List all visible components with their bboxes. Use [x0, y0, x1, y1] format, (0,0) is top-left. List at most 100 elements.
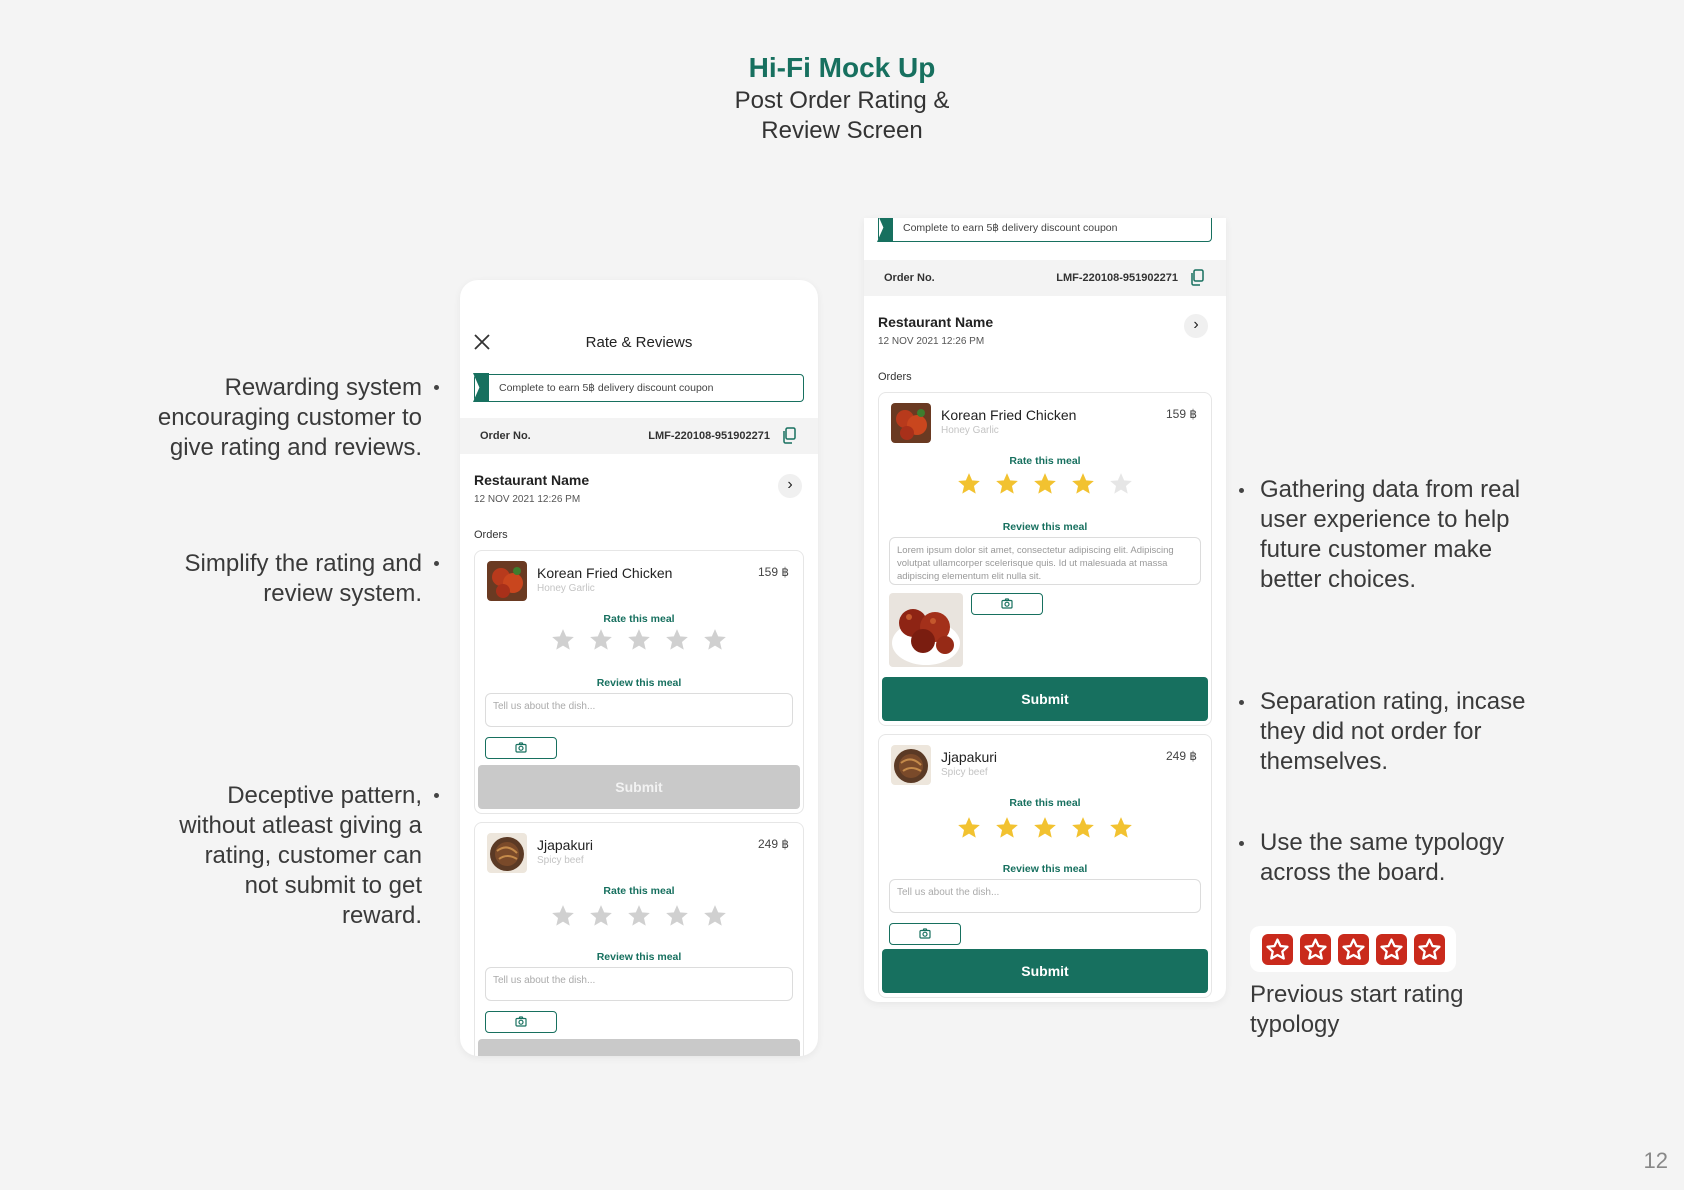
rate-reviews-screen-filled: Complete to earn 5฿ delivery discount co…: [864, 218, 1226, 1002]
order-number: LMF-220108-951902271: [1056, 272, 1178, 284]
rate-label: Rate this meal: [603, 613, 675, 625]
star-filled-icon[interactable]: [1032, 471, 1058, 497]
star-empty-icon[interactable]: [664, 903, 690, 929]
star-empty-icon[interactable]: [1108, 471, 1134, 497]
note-gathering: Gathering data from real user experience …: [1260, 476, 1521, 593]
previous-star-icon: [1299, 933, 1331, 965]
dish-price: 249 ฿: [1166, 749, 1197, 763]
star-filled-icon[interactable]: [1032, 815, 1058, 841]
star-rating[interactable]: [879, 471, 1211, 497]
order-number-bar: Order No. LMF-220108-951902271: [460, 418, 818, 454]
add-photo-button[interactable]: [485, 1011, 557, 1033]
star-empty-icon[interactable]: [588, 903, 614, 929]
bullet-dot: [434, 561, 439, 566]
bullet-dot: [434, 385, 439, 390]
star-filled-icon[interactable]: [956, 471, 982, 497]
star-rating[interactable]: [475, 627, 803, 653]
star-filled-icon[interactable]: [994, 471, 1020, 497]
chevron-right-icon[interactable]: ›: [1184, 314, 1208, 338]
star-empty-icon[interactable]: [550, 627, 576, 653]
review-label: Review this meal: [1002, 863, 1088, 875]
submit-button[interactable]: Submit: [882, 677, 1208, 721]
previous-rating-caption: Previous start rating typology: [1250, 981, 1464, 1038]
submit-button-disabled[interactable]: [478, 1039, 800, 1056]
dish-variant: Spicy beef: [537, 855, 584, 866]
slide-subtitle: Post Order Rating & Review Screen: [734, 87, 950, 144]
submit-button[interactable]: Submit: [882, 949, 1208, 993]
review-input[interactable]: Lorem ipsum dolor sit amet, consectetur …: [889, 537, 1201, 585]
chicken-thumbnail: [487, 561, 527, 601]
star-empty-icon[interactable]: [626, 903, 652, 929]
screen-title: Rate & Reviews: [585, 334, 693, 351]
coupon-flag-icon: [473, 373, 489, 402]
dish-name: Korean Fried Chicken: [941, 407, 1077, 423]
previous-star-icon: [1337, 933, 1369, 965]
bullet-dot: [434, 793, 439, 798]
dish-price: 249 ฿: [758, 837, 789, 851]
order-item-card: Korean Fried Chicken Honey Garlic 159 ฿ …: [878, 392, 1212, 726]
submit-button-disabled[interactable]: Submit: [478, 765, 800, 809]
star-empty-icon[interactable]: [588, 627, 614, 653]
star-filled-icon[interactable]: [1070, 471, 1096, 497]
rate-reviews-screen-empty: Rate & Reviews Complete to earn 5฿ deliv…: [460, 280, 818, 1056]
star-filled-icon[interactable]: [1070, 815, 1096, 841]
review-label: Review this meal: [596, 951, 682, 963]
order-date: 12 NOV 2021 12:26 PM: [878, 336, 985, 347]
restaurant-name[interactable]: Restaurant Name: [474, 472, 589, 488]
rate-label: Rate this meal: [1009, 797, 1081, 809]
star-rating[interactable]: [475, 903, 803, 929]
review-input[interactable]: Tell us about the dish...: [485, 967, 793, 1001]
order-date: 12 NOV 2021 12:26 PM: [474, 494, 581, 505]
star-filled-icon[interactable]: [1108, 815, 1134, 841]
previous-star-icon: [1375, 933, 1407, 965]
dish-variant: Honey Garlic: [941, 425, 999, 436]
note-rewarding: Rewarding system encouraging customer to g…: [157, 374, 422, 461]
dish-name: Korean Fried Chicken: [537, 565, 673, 581]
copy-icon[interactable]: [782, 427, 796, 444]
page-number: 12: [1643, 1148, 1668, 1173]
camera-icon: [515, 742, 527, 753]
bullet-dot: [1239, 700, 1244, 705]
star-rating[interactable]: [879, 815, 1211, 841]
order-item-card: Korean Fried Chicken Honey Garlic 159 ฿ …: [474, 550, 804, 814]
uploaded-food-photo[interactable]: [889, 593, 963, 667]
note-simplify: Simplify the rating and review system.: [184, 550, 422, 607]
slide-title: Hi-Fi Mock Up: [748, 52, 936, 83]
previous-star-icon: [1261, 933, 1293, 965]
camera-icon: [515, 1016, 527, 1027]
previous-star-rating: [1250, 926, 1456, 972]
rate-label: Rate this meal: [1009, 455, 1081, 467]
add-photo-button[interactable]: [485, 737, 557, 759]
order-item-card: Jjapakuri Spicy beef 249 ฿ Rate this mea…: [878, 734, 1212, 998]
add-photo-button[interactable]: [889, 923, 961, 945]
star-empty-icon[interactable]: [550, 903, 576, 929]
bullet-dot: [1239, 488, 1244, 493]
coupon-banner: Complete to earn 5฿ delivery discount co…: [877, 218, 1212, 242]
chevron-right-icon[interactable]: ›: [778, 474, 802, 498]
camera-icon: [919, 928, 931, 939]
note-deceptive: Deceptive pattern, without atleast giving…: [179, 782, 422, 929]
star-filled-icon[interactable]: [956, 815, 982, 841]
order-number: LMF-220108-951902271: [648, 430, 770, 442]
rate-label: Rate this meal: [603, 885, 675, 897]
dish-variant: Honey Garlic: [537, 583, 595, 594]
screen-header: Rate & Reviews: [460, 280, 818, 360]
dish-name: Jjapakuri: [941, 749, 998, 765]
orders-label: Orders: [474, 529, 508, 541]
restaurant-name[interactable]: Restaurant Name: [878, 314, 993, 330]
dish-name: Jjapakuri: [537, 837, 594, 853]
order-item-card: Jjapakuri Spicy beef 249 ฿ Rate this mea…: [474, 822, 804, 1056]
note-typology: Use the same typology across the board.: [1260, 829, 1505, 886]
review-input[interactable]: Tell us about the dish...: [485, 693, 793, 727]
star-filled-icon[interactable]: [994, 815, 1020, 841]
dish-price: 159 ฿: [1166, 407, 1197, 421]
previous-star-icon: [1413, 933, 1445, 965]
dish-variant: Spicy beef: [941, 767, 988, 778]
star-empty-icon[interactable]: [702, 903, 728, 929]
review-input[interactable]: Tell us about the dish...: [889, 879, 1201, 913]
add-photo-button[interactable]: [971, 593, 1043, 615]
copy-icon[interactable]: [1190, 269, 1204, 286]
star-empty-icon[interactable]: [664, 627, 690, 653]
star-empty-icon[interactable]: [626, 627, 652, 653]
star-empty-icon[interactable]: [702, 627, 728, 653]
